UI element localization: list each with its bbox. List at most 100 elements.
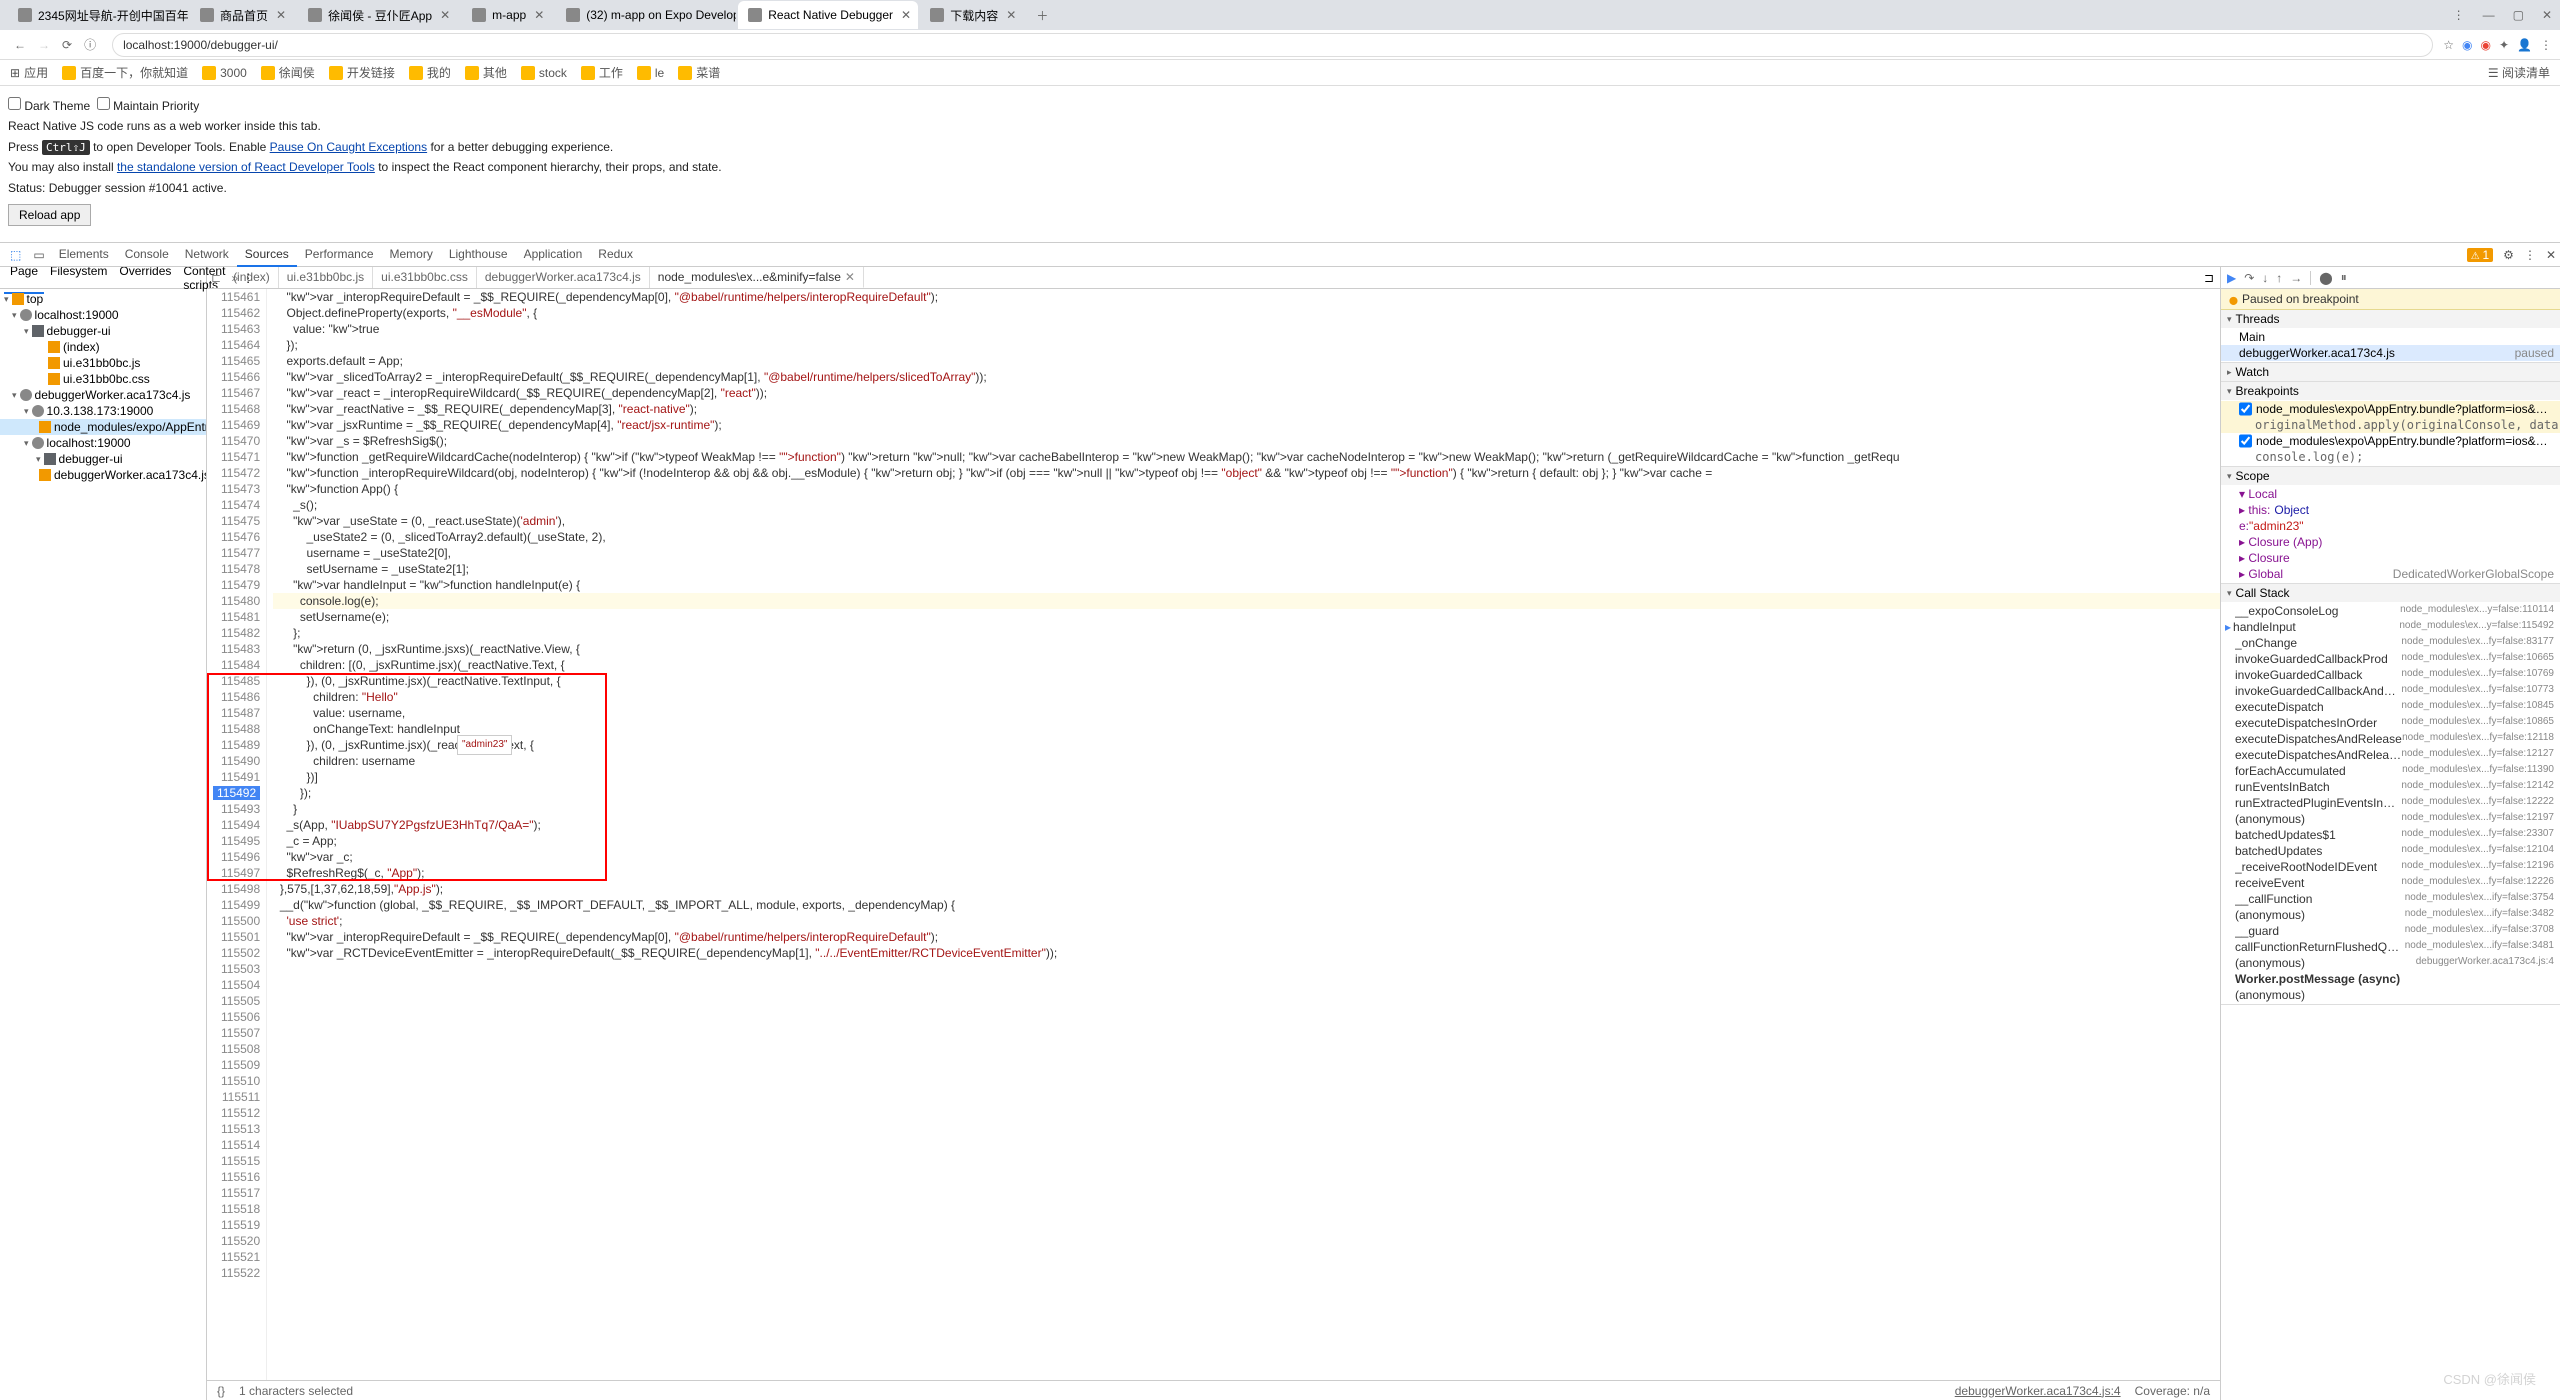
- close-icon[interactable]: ✕: [2542, 8, 2552, 22]
- callstack-frame[interactable]: executeDispatchnode_modules\ex...fy=fals…: [2221, 699, 2560, 715]
- file-tree-item[interactable]: ▾localhost:19000: [0, 307, 206, 323]
- devtools-tab[interactable]: Lighthouse: [441, 243, 516, 267]
- callstack-frame[interactable]: (anonymous)node_modules\ex...ify=false:3…: [2221, 907, 2560, 923]
- callstack-frame[interactable]: (anonymous)node_modules\ex...fy=false:12…: [2221, 811, 2560, 827]
- callstack-frame[interactable]: __callFunctionnode_modules\ex...ify=fals…: [2221, 891, 2560, 907]
- url-input[interactable]: [112, 33, 2433, 57]
- more-icon[interactable]: ⋮: [2524, 248, 2536, 262]
- breakpoint-checkbox[interactable]: [2239, 434, 2252, 448]
- reading-list[interactable]: ☰ 阅读清单: [2488, 64, 2550, 81]
- file-tree[interactable]: ▾top▾localhost:19000▾debugger-ui(index)u…: [0, 289, 206, 1400]
- new-tab-button[interactable]: ＋: [1028, 7, 1056, 24]
- file-tab[interactable]: node_modules\ex...e&minify=false✕: [650, 267, 864, 288]
- info-icon[interactable]: ⓘ: [78, 36, 102, 53]
- browser-tab[interactable]: 商品首页✕: [190, 1, 296, 29]
- file-tree-item[interactable]: ▾10.3.138.173:19000: [0, 403, 206, 419]
- file-tab[interactable]: debuggerWorker.aca173c4.js: [477, 267, 650, 288]
- browser-tab[interactable]: m-app✕: [462, 1, 554, 29]
- scope-item[interactable]: e:"admin23": [2221, 518, 2560, 534]
- breakpoints-header[interactable]: Breakpoints: [2221, 382, 2560, 400]
- callstack-frame[interactable]: runEventsInBatchnode_modules\ex...fy=fal…: [2221, 779, 2560, 795]
- close-file-icon[interactable]: ✕: [845, 270, 855, 284]
- callstack-frame[interactable]: ▸handleInputnode_modules\ex...y=false:11…: [2221, 619, 2560, 635]
- file-tab[interactable]: ui.e31bb0bc.css: [373, 267, 477, 288]
- tab-close-icon[interactable]: ✕: [534, 8, 544, 22]
- apps-icon[interactable]: ⊞ 应用: [10, 64, 48, 81]
- show-navigator-icon[interactable]: ⊏: [207, 271, 225, 285]
- minimize-icon[interactable]: —: [2483, 8, 2495, 22]
- avatar-icon[interactable]: 👤: [2517, 38, 2532, 52]
- breakpoint-item[interactable]: node_modules\expo\AppEntry.bundle?platfo…: [2221, 401, 2560, 417]
- menu-icon[interactable]: ⋮: [2453, 8, 2465, 22]
- callstack-frame[interactable]: executeDispatchesAndReleasenode_modules\…: [2221, 731, 2560, 747]
- install-link[interactable]: the standalone version of React Develope…: [117, 160, 375, 174]
- callstack-frame[interactable]: __guardnode_modules\ex...ify=false:3708: [2221, 923, 2560, 939]
- browser-tab[interactable]: React Native Debugger✕: [738, 1, 918, 29]
- bookmark-item[interactable]: 徐闻侯: [261, 64, 315, 81]
- callstack-frame[interactable]: invokeGuardedCallbacknode_modules\ex...f…: [2221, 667, 2560, 683]
- braces-icon[interactable]: {}: [217, 1384, 225, 1398]
- bookmark-item[interactable]: 其他: [465, 64, 507, 81]
- menu-icon[interactable]: ⋮: [2540, 38, 2552, 52]
- bookmark-item[interactable]: stock: [521, 64, 567, 81]
- bookmark-item[interactable]: le: [637, 64, 664, 81]
- bookmark-item[interactable]: 我的: [409, 64, 451, 81]
- back-icon[interactable]: ←: [8, 38, 32, 52]
- devtools-tab[interactable]: Memory: [382, 243, 441, 267]
- tab-close-icon[interactable]: ✕: [440, 8, 450, 22]
- thread-item[interactable]: Main: [2221, 329, 2560, 345]
- watch-header[interactable]: Watch: [2221, 363, 2560, 381]
- callstack-frame[interactable]: batchedUpdates$1node_modules\ex...fy=fal…: [2221, 827, 2560, 843]
- callstack-frame[interactable]: invokeGuardedCallbackAndCatchFirstErrorn…: [2221, 683, 2560, 699]
- ext1-icon[interactable]: ◉: [2462, 38, 2472, 52]
- tab-close-icon[interactable]: ✕: [276, 8, 286, 22]
- file-tree-item[interactable]: ▾localhost:19000: [0, 435, 206, 451]
- bookmark-item[interactable]: 3000: [202, 64, 247, 81]
- reload-icon[interactable]: ⟳: [56, 38, 78, 52]
- callstack-frame[interactable]: (anonymous): [2221, 987, 2560, 1003]
- callstack-frame[interactable]: callFunctionReturnFlushedQueuenode_modul…: [2221, 939, 2560, 955]
- bookmark-item[interactable]: 百度一下，你就知道: [62, 64, 188, 81]
- browser-tab[interactable]: (32) m-app on Expo Develop...✕: [556, 1, 736, 29]
- devtools-tab[interactable]: Elements: [51, 243, 117, 267]
- file-tree-item[interactable]: ui.e31bb0bc.js: [0, 355, 206, 371]
- hide-debugger-icon[interactable]: ⊐: [2198, 271, 2220, 285]
- devtools-tab[interactable]: Redux: [590, 243, 641, 267]
- step-into-icon[interactable]: ↓: [2262, 271, 2268, 285]
- tab-close-icon[interactable]: ✕: [1006, 8, 1016, 22]
- callstack-frame[interactable]: (anonymous)debuggerWorker.aca173c4.js:4: [2221, 955, 2560, 971]
- step-out-icon[interactable]: ↑: [2276, 271, 2282, 285]
- breakpoint-checkbox[interactable]: [2239, 402, 2252, 416]
- settings-icon[interactable]: ⚙: [2503, 248, 2514, 262]
- breakpoint-item[interactable]: node_modules\expo\AppEntry.bundle?platfo…: [2221, 433, 2560, 449]
- file-tab[interactable]: ui.e31bb0bc.js: [279, 267, 373, 288]
- callstack-frame[interactable]: __expoConsoleLognode_modules\ex...y=fals…: [2221, 603, 2560, 619]
- browser-tab[interactable]: 徐闻侯 - 豆仆匠App✕: [298, 1, 460, 29]
- dark-theme-checkbox[interactable]: [8, 97, 21, 110]
- maintain-priority-checkbox[interactable]: [97, 97, 110, 110]
- devtools-tab[interactable]: Performance: [297, 243, 382, 267]
- bookmark-item[interactable]: 工作: [581, 64, 623, 81]
- devtools-tab[interactable]: Application: [516, 243, 591, 267]
- bookmark-item[interactable]: 菜谱: [678, 64, 720, 81]
- step-icon[interactable]: →: [2290, 271, 2302, 285]
- device-icon[interactable]: ▭: [27, 248, 50, 262]
- scope-item[interactable]: ▸ Closure: [2221, 550, 2560, 566]
- scope-item[interactable]: ▸ Closure (App): [2221, 534, 2560, 550]
- step-over-icon[interactable]: ↷: [2244, 271, 2254, 285]
- callstack-frame[interactable]: executeDispatchesInOrdernode_modules\ex.…: [2221, 715, 2560, 731]
- pause-exc-icon[interactable]: ⏸: [2341, 270, 2347, 285]
- devtools-tab[interactable]: Sources: [237, 243, 297, 267]
- scope-item[interactable]: ▸ this:Object: [2221, 502, 2560, 518]
- bookmark-item[interactable]: 开发链接: [329, 64, 395, 81]
- callstack-frame[interactable]: _receiveRootNodeIDEventnode_modules\ex..…: [2221, 859, 2560, 875]
- file-tree-item[interactable]: ui.e31bb0bc.css: [0, 371, 206, 387]
- inspect-icon[interactable]: ⬚: [4, 248, 27, 262]
- file-tree-item[interactable]: ▾debugger-ui: [0, 451, 206, 467]
- callstack-frame[interactable]: forEachAccumulatednode_modules\ex...fy=f…: [2221, 763, 2560, 779]
- file-tree-item[interactable]: ▾top: [0, 291, 206, 307]
- browser-tab[interactable]: 下载内容✕: [920, 1, 1026, 29]
- scope-item[interactable]: ▾ Local: [2221, 486, 2560, 502]
- code-editor[interactable]: 1154611154621154631154641154651154661154…: [207, 289, 2220, 1380]
- callstack-header[interactable]: Call Stack: [2221, 584, 2560, 602]
